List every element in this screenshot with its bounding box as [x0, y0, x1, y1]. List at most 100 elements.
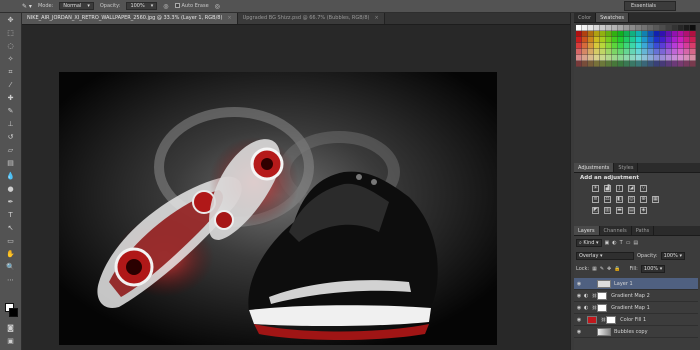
lasso-tool-icon[interactable]: ◌ — [4, 42, 17, 51]
color-swatch[interactable] — [576, 55, 582, 61]
eraser-tool-icon[interactable]: ▱ — [4, 146, 17, 155]
color-swatch[interactable] — [618, 55, 624, 61]
color-swatch[interactable] — [642, 61, 648, 67]
marquee-tool-icon[interactable]: ⬚ — [4, 29, 17, 38]
color-swatch[interactable] — [666, 37, 672, 43]
invert-icon[interactable]: ◩ — [592, 207, 599, 214]
filter-pixel-icon[interactable]: ▣ — [605, 240, 610, 246]
color-swatch[interactable] — [576, 37, 582, 43]
layer-row[interactable]: ◉ ⛓ Color Fill 1 — [574, 314, 698, 326]
color-swatch[interactable] — [660, 25, 666, 31]
color-swatch[interactable] — [678, 55, 684, 61]
color-swatch[interactable] — [636, 31, 642, 37]
color-swatch[interactable] — [612, 43, 618, 49]
color-swatch[interactable] — [594, 37, 600, 43]
color-swatch[interactable] — [642, 55, 648, 61]
color-swatch[interactable] — [606, 43, 612, 49]
filter-shape-icon[interactable]: ▭ — [626, 240, 631, 246]
color-swatch[interactable] — [606, 61, 612, 67]
lock-transparent-icon[interactable]: ▦ — [592, 266, 597, 272]
filter-smart-icon[interactable]: ▤ — [633, 240, 638, 246]
color-swatch[interactable] — [648, 49, 654, 55]
color-swatch[interactable] — [684, 25, 690, 31]
tab-paths[interactable]: Paths — [632, 226, 655, 235]
opacity-input[interactable]: 100% ▾ — [126, 2, 158, 10]
color-swatch[interactable] — [660, 49, 666, 55]
brightness-contrast-icon[interactable]: ☀ — [592, 185, 599, 192]
color-swatch[interactable] — [618, 25, 624, 31]
color-swatch[interactable] — [600, 49, 606, 55]
color-swatch[interactable] — [672, 49, 678, 55]
color-swatch[interactable] — [684, 31, 690, 37]
color-swatch[interactable] — [642, 43, 648, 49]
layer-opacity-input[interactable]: 100% ▾ — [660, 252, 685, 260]
color-swatch[interactable] — [690, 43, 696, 49]
color-swatch[interactable] — [684, 49, 690, 55]
tab-swatches[interactable]: Swatches — [596, 13, 629, 22]
color-swatch[interactable] — [618, 31, 624, 37]
color-swatch[interactable] — [588, 43, 594, 49]
eyedropper-tool-icon[interactable]: ⁄ — [4, 81, 17, 90]
color-swatch[interactable] — [642, 37, 648, 43]
color-swatch[interactable] — [624, 43, 630, 49]
color-swatch[interactable] — [576, 31, 582, 37]
color-swatch[interactable] — [666, 49, 672, 55]
photo-filter-icon[interactable]: ◎ — [628, 196, 635, 203]
auto-erase-checkbox[interactable]: Auto Erase — [174, 3, 209, 9]
color-swatch[interactable] — [606, 37, 612, 43]
color-swatch[interactable] — [666, 55, 672, 61]
blend-mode-select[interactable]: Overlay ▾ — [576, 252, 634, 260]
color-swatch[interactable] — [678, 61, 684, 67]
lock-all-icon[interactable]: 🔒 — [614, 266, 620, 272]
history-brush-tool-icon[interactable]: ↺ — [4, 133, 17, 142]
color-swatch[interactable] — [666, 61, 672, 67]
color-swatch[interactable] — [618, 43, 624, 49]
color-swatch[interactable] — [594, 25, 600, 31]
color-swatch[interactable] — [678, 25, 684, 31]
color-swatch[interactable] — [636, 49, 642, 55]
tab-color[interactable]: Color — [574, 13, 597, 22]
levels-icon[interactable]: ▟ — [604, 185, 611, 192]
color-swatch[interactable] — [678, 43, 684, 49]
shape-tool-icon[interactable]: ▭ — [4, 237, 17, 246]
color-swatch[interactable] — [690, 55, 696, 61]
color-swatch[interactable] — [684, 37, 690, 43]
color-swatch[interactable] — [684, 43, 690, 49]
color-swatch[interactable] — [630, 61, 636, 67]
color-swatch[interactable] — [582, 31, 588, 37]
clone-stamp-tool-icon[interactable]: ⊥ — [4, 120, 17, 129]
color-swatch[interactable] — [582, 61, 588, 67]
color-swatch[interactable] — [612, 55, 618, 61]
pasteboard[interactable] — [22, 25, 570, 350]
filter-adjustment-icon[interactable]: ◐ — [612, 240, 616, 246]
color-swatch[interactable] — [624, 31, 630, 37]
color-swatch[interactable] — [654, 55, 660, 61]
color-balance-icon[interactable]: ⚖ — [604, 196, 611, 203]
exposure-icon[interactable]: ◪ — [628, 185, 635, 192]
layer-filter-select[interactable]: ⌕ Kind ▾ — [576, 239, 602, 247]
color-swatch[interactable] — [630, 49, 636, 55]
color-swatch[interactable] — [630, 55, 636, 61]
visibility-eye-icon[interactable]: ◉ — [574, 329, 584, 335]
visibility-eye-icon[interactable]: ◉ — [574, 281, 584, 287]
color-swatch[interactable] — [606, 31, 612, 37]
swatch-grid[interactable] — [576, 25, 696, 67]
color-swatch[interactable] — [582, 43, 588, 49]
color-swatch[interactable] — [672, 25, 678, 31]
color-swatch[interactable] — [684, 61, 690, 67]
dodge-tool-icon[interactable]: ● — [4, 185, 17, 194]
color-swatch[interactable] — [600, 37, 606, 43]
hand-tool-icon[interactable]: ✋ — [4, 250, 17, 259]
color-swatch[interactable] — [624, 37, 630, 43]
color-swatch[interactable] — [594, 61, 600, 67]
color-swatch[interactable] — [582, 55, 588, 61]
color-swatch[interactable] — [660, 61, 666, 67]
tab-channels[interactable]: Channels — [600, 226, 632, 235]
tab-layers[interactable]: Layers — [574, 226, 600, 235]
blur-tool-icon[interactable]: 💧 — [4, 172, 17, 181]
pressure-opacity-icon[interactable]: ◎ — [163, 3, 168, 10]
color-swatch[interactable] — [624, 61, 630, 67]
color-swatch[interactable] — [654, 43, 660, 49]
layer-row[interactable]: ◉ ◐ ⛓ Gradient Map 1 — [574, 302, 698, 314]
color-swatch[interactable] — [636, 37, 642, 43]
